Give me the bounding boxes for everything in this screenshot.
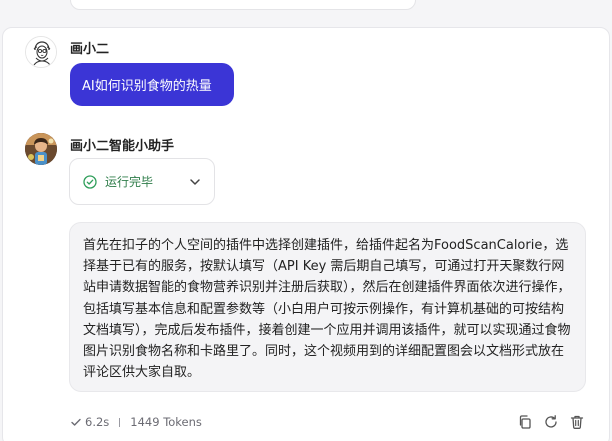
meta-divider [119, 417, 121, 427]
trash-icon[interactable] [569, 414, 585, 430]
response-time: 6.2s [85, 415, 110, 429]
check-circle-icon [83, 174, 97, 189]
user-name: 画小二 [70, 42, 110, 57]
bot-answer-bubble: 首先在扣子的个人空间的插件中选择创建插件，给插件起名为FoodScanCalor… [69, 222, 586, 392]
user-question-bubble: AI如何识别食物的热量 [70, 63, 234, 106]
refresh-icon[interactable] [543, 414, 559, 430]
assistant-portrait-icon [25, 133, 57, 165]
run-status-label: 运行完毕 [105, 175, 154, 189]
bot-answer-text: 首先在扣子的个人空间的插件中选择创建插件，给插件起名为FoodScanCalor… [83, 238, 571, 381]
user-avatar[interactable] [25, 36, 57, 68]
copy-icon[interactable] [517, 414, 533, 430]
previous-message-bubble [70, 0, 416, 10]
checkmark-icon [71, 418, 81, 426]
token-count: 1449 Tokens [130, 415, 202, 429]
chevron-down-icon[interactable] [189, 176, 201, 188]
response-meta: 6.2s 1449 Tokens [70, 414, 202, 430]
run-status-dropdown[interactable]: 运行完毕 [69, 158, 215, 205]
bot-avatar[interactable] [25, 133, 57, 165]
bot-name: 画小二智能小助手 [70, 139, 175, 154]
